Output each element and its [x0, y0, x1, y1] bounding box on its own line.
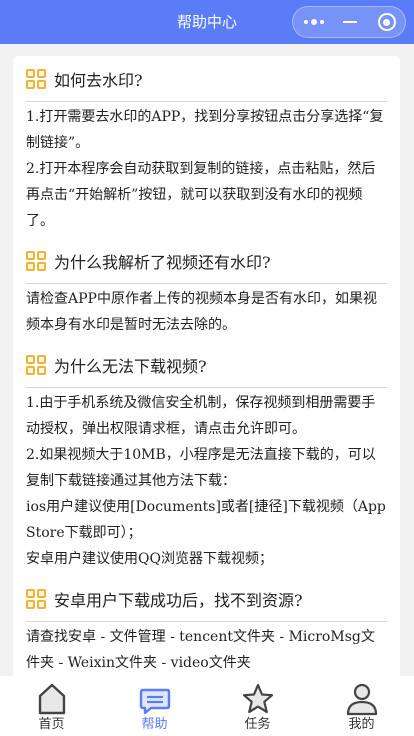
faq-question: 安卓用户下载成功后，找不到资源? — [26, 576, 387, 622]
tab-help[interactable]: 帮助 — [103, 676, 206, 736]
target-icon — [377, 13, 396, 31]
more-button[interactable] — [295, 7, 332, 37]
chat-icon — [139, 688, 170, 715]
user-icon — [346, 683, 377, 716]
faq-answer: 1.由于手机系统及微信安全机制，保存视频到相册需要手动授权，弹出权限请求框，请点… — [26, 388, 387, 576]
close-mini-program-button[interactable] — [368, 7, 405, 37]
faq-answer-paragraph: 请查找安卓 - 文件管理 - tencent文件夹 - MicroMsg文件夹 … — [26, 629, 375, 671]
tab-label: 首页 — [38, 717, 65, 732]
grid-icon — [26, 588, 46, 609]
faq-item: 如何去水印? 1.打开需要去水印的APP，找到分享按钮点击分享选择“复制链接”。… — [26, 56, 387, 238]
faq-answer-paragraph: 2.如果视频大于10MB，小程序是无法直接下载的，可以复制下载链接通过其他方法下… — [26, 447, 376, 489]
faq-question: 为什么无法下载视频? — [26, 342, 387, 388]
faq-answer-paragraph: 安卓用户建议使用QQ浏览器下载视频； — [26, 551, 273, 567]
star-icon — [242, 683, 273, 714]
faq-question-text: 为什么我解析了视频还有水印? — [54, 252, 271, 272]
tab-bar: 首页 帮助 任务 我的 — [0, 676, 414, 736]
faq-answer-paragraph: 请检查APP中原作者上传的视频本身是否有水印，如果视频本身有水印是暂时无法去除的… — [26, 291, 377, 333]
home-icon — [38, 683, 65, 715]
faq-question-text: 如何去水印? — [54, 70, 143, 90]
faq-item: 为什么无法下载视频? 1.由于手机系统及微信安全机制，保存视频到相册需要手动授权… — [26, 342, 387, 576]
tab-home[interactable]: 首页 — [0, 676, 103, 736]
faq-answer-paragraph: 1.打开需要去水印的APP，找到分享按钮点击分享选择“复制链接”。 — [26, 109, 384, 151]
faq-question-text: 安卓用户下载成功后，找不到资源? — [54, 590, 303, 610]
faq-answer-paragraph: ios用户建议使用[Documents]或者[捷径]下载视频（App Store… — [26, 499, 386, 541]
faq-answer-paragraph: 1.由于手机系统及微信安全机制，保存视频到相册需要手动授权，弹出权限请求框，请点… — [26, 395, 376, 437]
tab-mine[interactable]: 我的 — [309, 676, 414, 736]
tab-label: 帮助 — [141, 717, 168, 732]
navigation-bar: 帮助中心 — [0, 0, 414, 44]
tab-label: 我的 — [348, 717, 375, 732]
tab-tasks[interactable]: 任务 — [206, 676, 309, 736]
faq-question-text: 为什么无法下载视频? — [54, 356, 207, 376]
minus-icon — [342, 21, 357, 23]
faq-question: 如何去水印? — [26, 56, 387, 102]
grid-icon — [26, 250, 46, 271]
grid-icon — [26, 354, 46, 375]
faq-item: 安卓用户下载成功后，找不到资源? 请查找安卓 - 文件管理 - tencent文… — [26, 576, 387, 680]
faq-card: 如何去水印? 1.打开需要去水印的APP，找到分享按钮点击分享选择“复制链接”。… — [13, 56, 400, 680]
mini-program-capsule — [292, 6, 406, 38]
more-dots-icon — [303, 19, 324, 25]
grid-icon — [26, 68, 46, 89]
minimize-button[interactable] — [331, 7, 368, 37]
faq-question: 为什么我解析了视频还有水印? — [26, 238, 387, 284]
tab-label: 任务 — [244, 717, 271, 732]
faq-item: 为什么我解析了视频还有水印? 请检查APP中原作者上传的视频本身是否有水印，如果… — [26, 238, 387, 342]
faq-answer-paragraph: 2.打开本程序会自动获取到复制的链接，点击粘贴，然后再点击“开始解析”按钮，就可… — [26, 161, 376, 229]
faq-answer: 请查找安卓 - 文件管理 - tencent文件夹 - MicroMsg文件夹 … — [26, 622, 387, 680]
faq-answer: 请检查APP中原作者上传的视频本身是否有水印，如果视频本身有水印是暂时无法去除的… — [26, 284, 387, 342]
faq-answer: 1.打开需要去水印的APP，找到分享按钮点击分享选择“复制链接”。 2.打开本程… — [26, 102, 387, 238]
